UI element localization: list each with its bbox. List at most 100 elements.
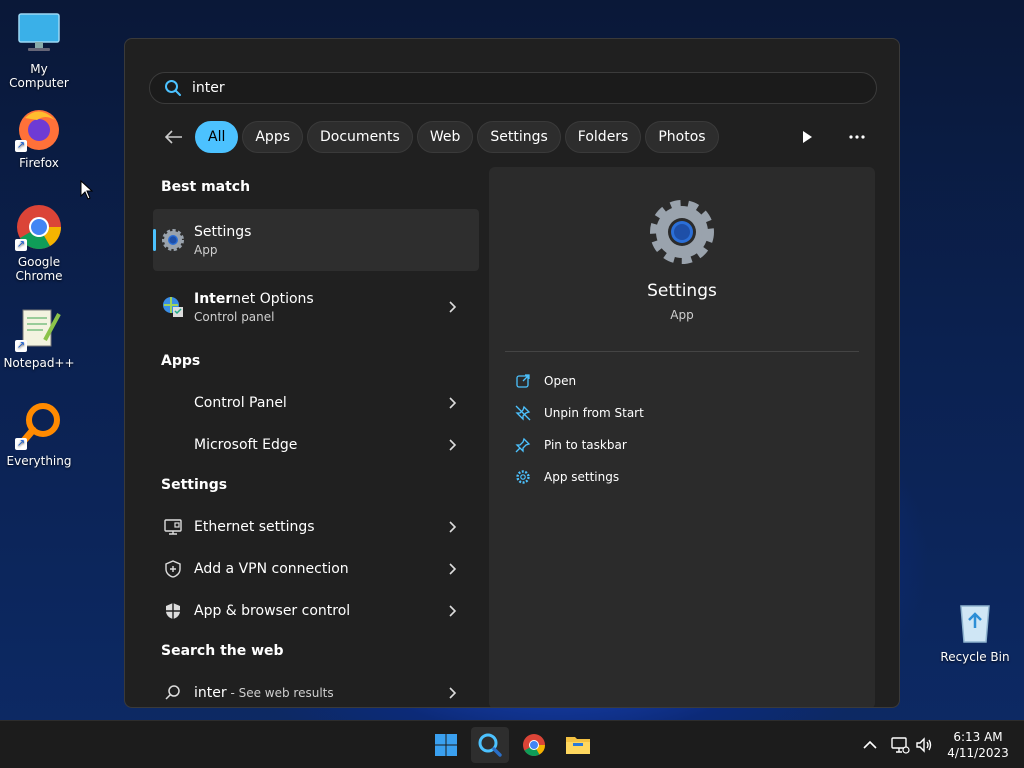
search-input[interactable] (192, 80, 852, 96)
pin-icon (515, 437, 531, 453)
desktop-icon-label: Everything (6, 454, 72, 468)
search-icon (161, 681, 185, 705)
action-pin-taskbar[interactable]: Pin to taskbar (515, 435, 627, 455)
shortcut-arrow-icon: ↗ (15, 140, 27, 152)
settings-gear-icon (647, 197, 717, 267)
gear-icon (516, 470, 530, 484)
chevron-right-icon (449, 521, 457, 533)
play-icon (803, 131, 812, 143)
scroll-filters-button[interactable] (797, 127, 817, 147)
windows-logo-icon (435, 734, 457, 756)
taskbar-chrome-button[interactable] (515, 727, 553, 763)
result-vpn-connection[interactable]: Add a VPN connection (153, 549, 479, 589)
settings-gear-icon (161, 228, 185, 252)
monitor-icon (15, 10, 63, 58)
edge-icon (161, 433, 185, 457)
best-match-type: App (194, 242, 218, 257)
shortcut-arrow-icon: ↗ (15, 340, 27, 352)
filter-chip-folders[interactable]: Folders (564, 121, 642, 153)
desktop-icon-everything[interactable]: ↗ Everything (0, 402, 78, 468)
open-external-icon (516, 374, 530, 388)
result-internet-options[interactable]: Internet Options Control panel (153, 287, 479, 327)
result-microsoft-edge[interactable]: Microsoft Edge (153, 425, 479, 465)
filter-chip-all[interactable]: All (195, 121, 239, 153)
best-match-heading: Best match (161, 179, 251, 195)
notepadpp-icon: ↗ (15, 304, 63, 352)
desktop-icon-firefox[interactable]: ↗ Firefox (0, 104, 78, 170)
result-ethernet-settings[interactable]: Ethernet settings (153, 507, 479, 547)
preview-title: Settings (647, 281, 717, 301)
more-dots-icon (849, 135, 865, 139)
back-button[interactable] (161, 124, 187, 150)
start-search-panel: All Apps Documents Web Settings Folders … (124, 38, 900, 708)
apps-heading: Apps (161, 353, 201, 369)
action-label: Open (544, 374, 577, 388)
action-label: App settings (544, 470, 620, 484)
filter-chip-web[interactable]: Web (416, 121, 474, 153)
ethernet-icon (161, 515, 185, 539)
shortcut-arrow-icon: ↗ (15, 239, 27, 251)
best-match-name: Settings (194, 223, 252, 240)
firefox-icon: ↗ (15, 104, 63, 152)
desktop-icon-my-computer[interactable]: My Computer (0, 10, 78, 90)
search-web-heading: Search the web (161, 643, 284, 659)
result-name: Control Panel (194, 395, 287, 411)
chevron-right-icon (449, 439, 457, 451)
result-name: Ethernet settings (194, 519, 315, 535)
start-button[interactable] (427, 727, 465, 763)
search-icon (165, 80, 181, 96)
taskbar-clock[interactable]: 6:13 AM 4/11/2023 (940, 729, 1016, 761)
result-app-browser-control[interactable]: App & browser control (153, 591, 479, 631)
shortcut-arrow-icon: ↗ (15, 438, 27, 450)
shield-split-icon (161, 599, 185, 623)
taskbar: 6:13 AM 4/11/2023 (0, 720, 1024, 768)
settings-heading: Settings (161, 477, 228, 493)
preview-pane: Settings App Open Unpin from Start Pin t… (489, 167, 875, 707)
filter-chip-apps[interactable]: Apps (242, 121, 304, 153)
action-app-settings[interactable]: App settings (515, 467, 619, 487)
chevron-right-icon (449, 397, 457, 409)
result-name: App & browser control (194, 603, 351, 619)
chevron-up-icon[interactable] (860, 735, 880, 755)
taskbar-file-explorer-button[interactable] (559, 727, 597, 763)
filter-chip-settings[interactable]: Settings (477, 121, 561, 153)
chrome-icon (523, 734, 545, 756)
search-icon (478, 733, 502, 757)
filter-chip-documents[interactable]: Documents (307, 121, 413, 153)
web-query: inter (194, 685, 227, 701)
control-panel-icon (161, 391, 185, 415)
taskbar-search-button[interactable] (471, 727, 509, 763)
volume-icon[interactable] (914, 735, 934, 755)
result-name-rest: net Options (232, 290, 314, 307)
action-unpin-start[interactable]: Unpin from Start (515, 403, 644, 423)
more-options-button[interactable] (845, 127, 869, 147)
filter-bar: All Apps Documents Web Settings Folders … (161, 121, 723, 153)
result-web-search[interactable]: inter - See web results (153, 673, 479, 707)
desktop-icon-label: Google Chrome (15, 255, 63, 283)
clock-date: 4/11/2023 (947, 746, 1009, 760)
desktop-icon-notepadpp[interactable]: ↗ Notepad++ (0, 304, 78, 370)
preview-divider (505, 351, 859, 352)
result-type: Control panel (194, 309, 275, 324)
recycle-bin-icon (951, 598, 999, 646)
chevron-right-icon (449, 605, 457, 617)
back-arrow-icon (165, 130, 182, 144)
result-control-panel[interactable]: Control Panel (153, 383, 479, 423)
desktop-icon-label: Recycle Bin (940, 650, 1010, 664)
selection-accent (153, 229, 156, 251)
result-name-match: Inter (194, 290, 233, 307)
everything-icon: ↗ (15, 402, 63, 450)
search-box[interactable] (149, 72, 877, 104)
filter-chip-photos[interactable]: Photos (645, 121, 719, 153)
desktop-icon-chrome[interactable]: ↗ Google Chrome (0, 203, 78, 283)
folder-icon (566, 737, 590, 754)
chevron-right-icon (449, 301, 457, 313)
web-suffix: - See web results (226, 686, 334, 700)
mouse-cursor-icon (80, 180, 94, 200)
best-match-result[interactable]: Settings App (153, 209, 479, 271)
network-icon[interactable] (890, 735, 910, 755)
desktop-icon-recycle-bin[interactable]: Recycle Bin (936, 598, 1014, 664)
desktop-icon-label: Notepad++ (3, 356, 75, 370)
action-open[interactable]: Open (515, 371, 576, 391)
chevron-right-icon (449, 687, 457, 699)
